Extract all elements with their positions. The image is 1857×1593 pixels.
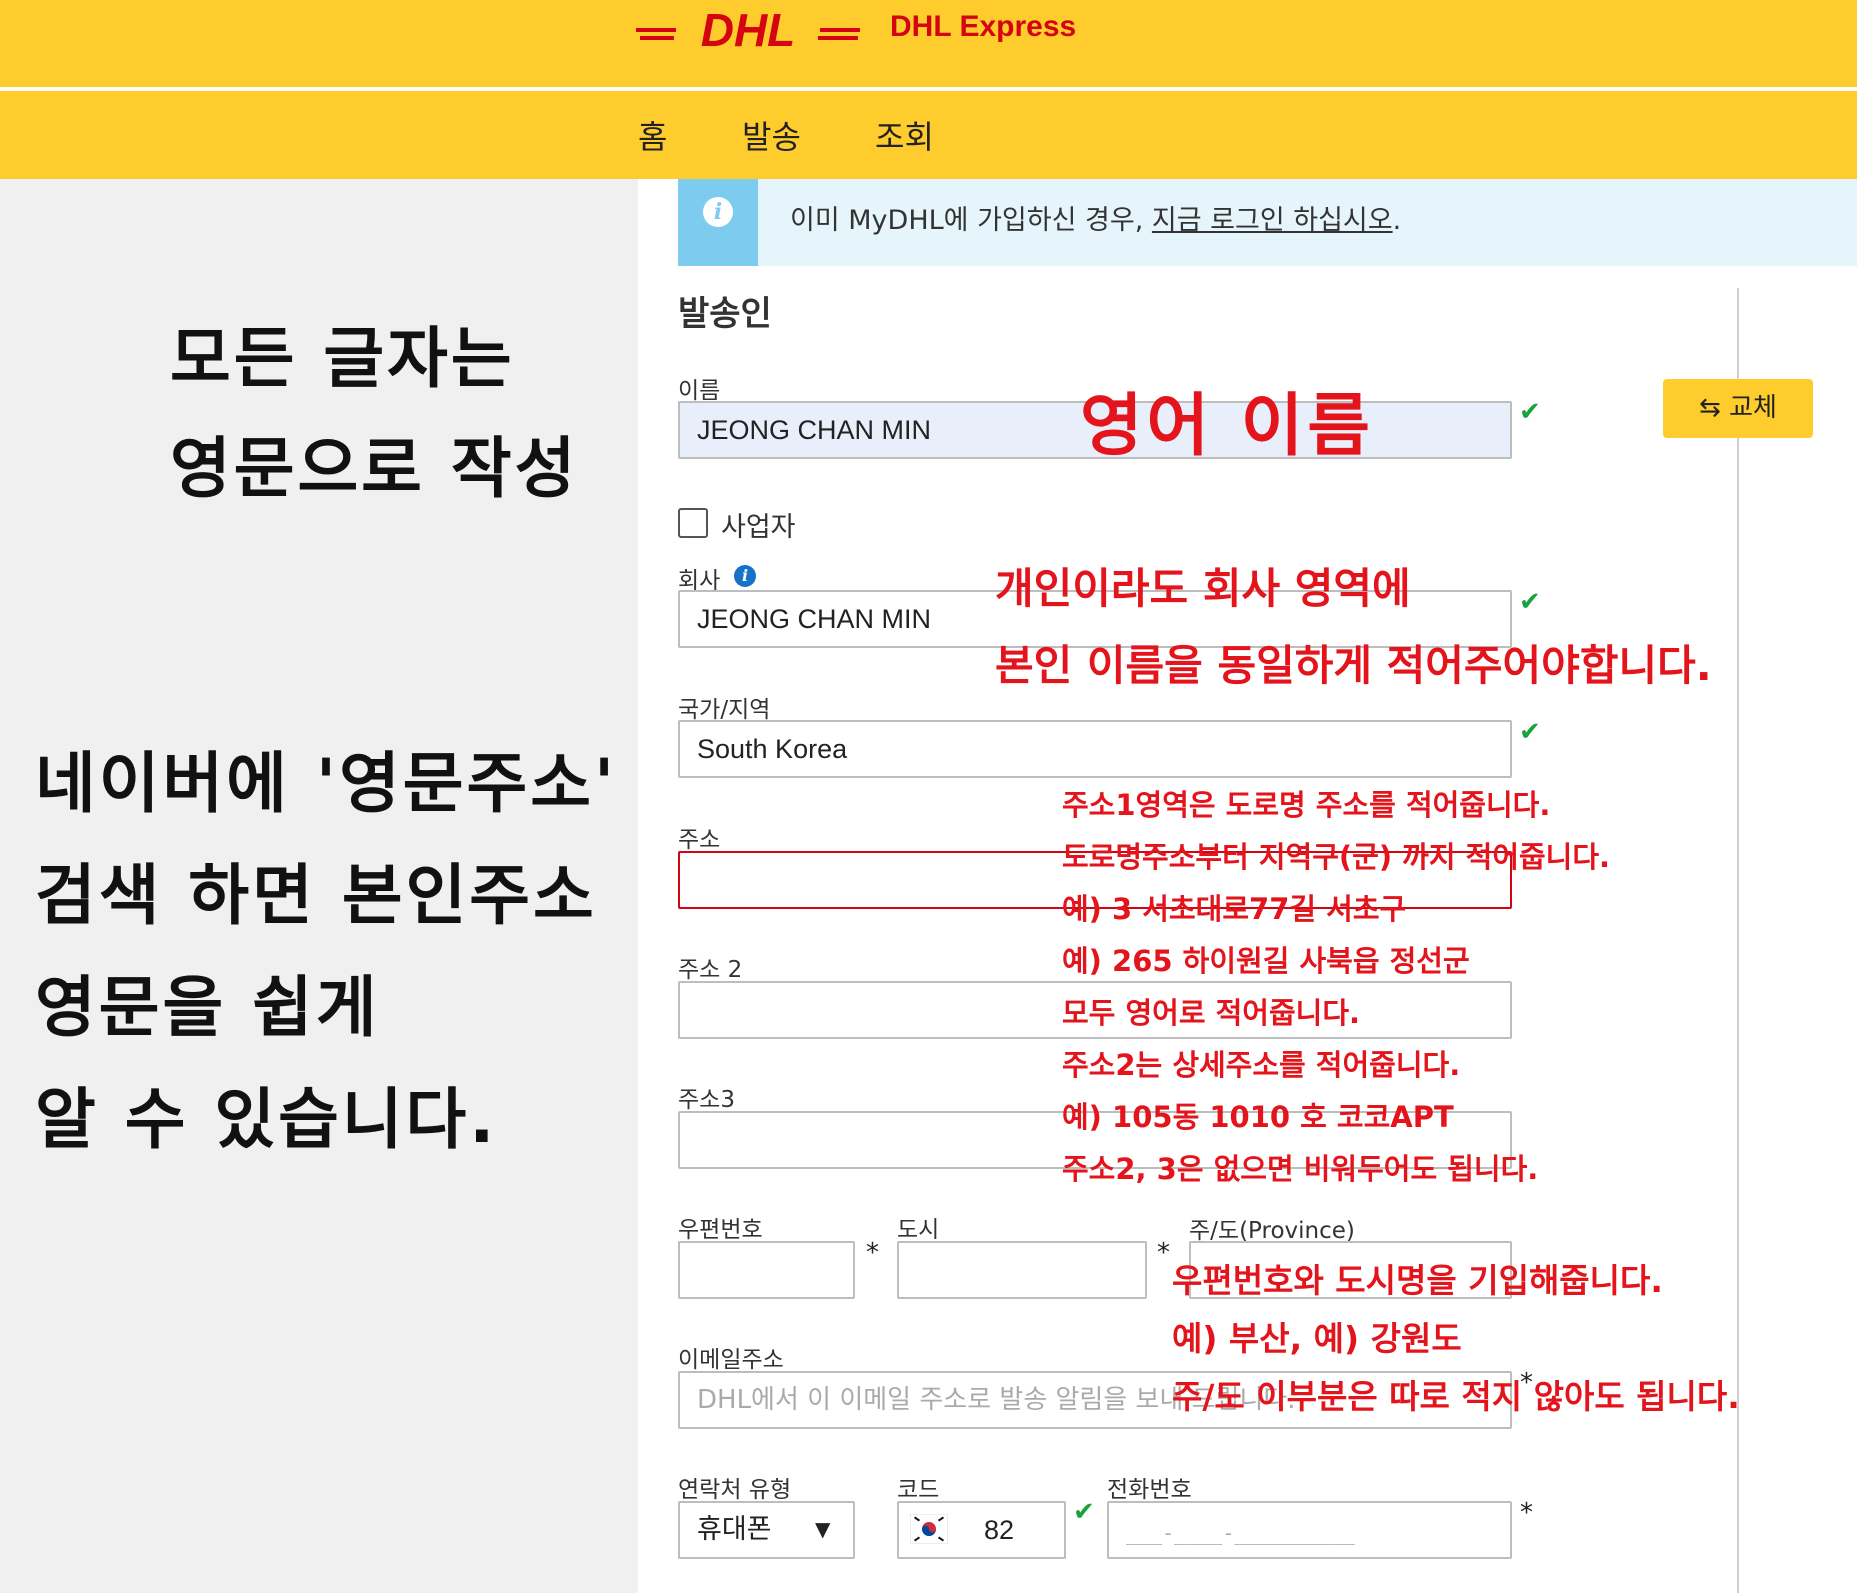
- svg-text:DHL: DHL: [701, 4, 796, 56]
- dropdown-arrow-icon[interactable]: ▼: [815, 1517, 830, 1541]
- annotation-postcode-line-3: 주/도 이부분은 따로 적지 않아도 됩니다.: [1172, 1377, 1740, 1416]
- section-title: 발송인: [678, 294, 772, 334]
- annotation-postcode-line-1: 우편번호와 도시명을 기입해줍니다.: [1172, 1261, 1663, 1300]
- city-input[interactable]: [897, 1241, 1147, 1299]
- company-valid-icon: ✔: [1519, 587, 1541, 617]
- email-label: 이메일주소: [678, 1347, 784, 1373]
- address1-label: 주소: [678, 827, 721, 853]
- business-label: 사업자: [721, 512, 796, 543]
- code-label: 코드: [897, 1477, 940, 1503]
- country-input[interactable]: South Korea: [678, 720, 1512, 778]
- city-required-mark: *: [1157, 1238, 1170, 1268]
- annotation-address-line-5: 모두 영어로 적어줍니다.: [1062, 996, 1361, 1030]
- contact-type-label: 연락처 유형: [678, 1477, 792, 1503]
- nav-home[interactable]: 홈: [638, 112, 667, 158]
- annotation-address-line-1: 주소1영역은 도로명 주소를 적어줍니다.: [1062, 788, 1551, 822]
- annotation-address-line-3: 예) 3 서초대로77길 서초구: [1062, 892, 1407, 926]
- annotation-left-line-6: 알 수 있습니다.: [35, 1081, 498, 1158]
- annotation-left-line-3: 네이버에 '영문주소': [35, 745, 618, 822]
- brand-name: DHL Express: [890, 10, 1077, 43]
- code-valid-icon: ✔: [1073, 1497, 1095, 1527]
- info-text: 이미 MyDHL에 가입하신 경우,: [790, 205, 1152, 236]
- postcode-required-mark: *: [866, 1238, 879, 1268]
- country-valid-icon: ✔: [1519, 717, 1541, 747]
- postcode-input[interactable]: [678, 1241, 855, 1299]
- dhl-logo[interactable]: DHL: [636, 4, 860, 60]
- annotation-address-line-2: 도로명주소부터 지역구(군) 까지 적어줍니다.: [1062, 840, 1611, 874]
- annotation-address-line-4: 예) 265 하이원길 사북읍 정선군: [1062, 944, 1470, 978]
- company-info-icon[interactable]: i: [734, 565, 756, 587]
- phone-input[interactable]: ___-____-__________: [1107, 1501, 1512, 1559]
- swap-label: 교체: [1729, 393, 1777, 423]
- phone-label: 전화번호: [1107, 1477, 1192, 1503]
- page: DHL DHL Express 홈 발송 조회 i 이미 MyDHL에 가입하신…: [0, 0, 1857, 1593]
- korea-flag-icon: [910, 1514, 948, 1544]
- address3-label: 주소3: [678, 1087, 735, 1113]
- annotation-left-line-2: 영문으로 작성: [170, 430, 579, 507]
- annotation-left-line-5: 영문을 쉽게: [35, 969, 380, 1046]
- city-label: 도시: [897, 1217, 940, 1243]
- annotation-address-line-7: 예) 105동 1010 호 코코APT: [1062, 1100, 1454, 1134]
- annotation-company-line-1: 개인이라도 회사 영역에: [995, 564, 1411, 613]
- info-icon: i: [703, 197, 733, 227]
- postcode-label: 우편번호: [678, 1217, 763, 1243]
- login-link[interactable]: 지금 로그인 하십시오: [1152, 205, 1393, 236]
- name-valid-icon: ✔: [1519, 397, 1541, 427]
- annotation-name-note: 영어 이름: [1080, 387, 1374, 466]
- info-end: .: [1392, 205, 1402, 236]
- contact-type-value: 휴대폰: [697, 1514, 772, 1545]
- annotation-company-line-2: 본인 이름을 동일하게 적어주어야합니다.: [995, 641, 1712, 690]
- swap-button[interactable]: ⇆ 교체: [1663, 379, 1813, 438]
- address2-label: 주소 2: [678, 957, 743, 983]
- nav-ship[interactable]: 발송: [742, 112, 801, 158]
- swap-icon: ⇆: [1699, 393, 1721, 423]
- annotation-address-line-8: 주소2, 3은 없으면 비워두어도 됩니다.: [1062, 1152, 1539, 1186]
- annotation-left-line-4: 검색 하면 본인주소: [35, 857, 597, 934]
- province-label: 주/도(Province): [1189, 1218, 1355, 1244]
- business-checkbox[interactable]: [678, 508, 708, 538]
- nav-track[interactable]: 조회: [875, 112, 934, 158]
- annotation-postcode-line-2: 예) 부산, 예) 강원도: [1172, 1319, 1462, 1358]
- country-label: 국가/지역: [678, 697, 771, 723]
- phone-required-mark: *: [1520, 1498, 1533, 1528]
- annotation-left-line-1: 모든 글자는: [170, 320, 515, 397]
- annotation-address-line-6: 주소2는 상세주소를 적어줍니다.: [1062, 1048, 1461, 1082]
- name-label: 이름: [678, 378, 721, 404]
- login-info-text: 이미 MyDHL에 가입하신 경우, 지금 로그인 하십시오.: [790, 198, 1401, 237]
